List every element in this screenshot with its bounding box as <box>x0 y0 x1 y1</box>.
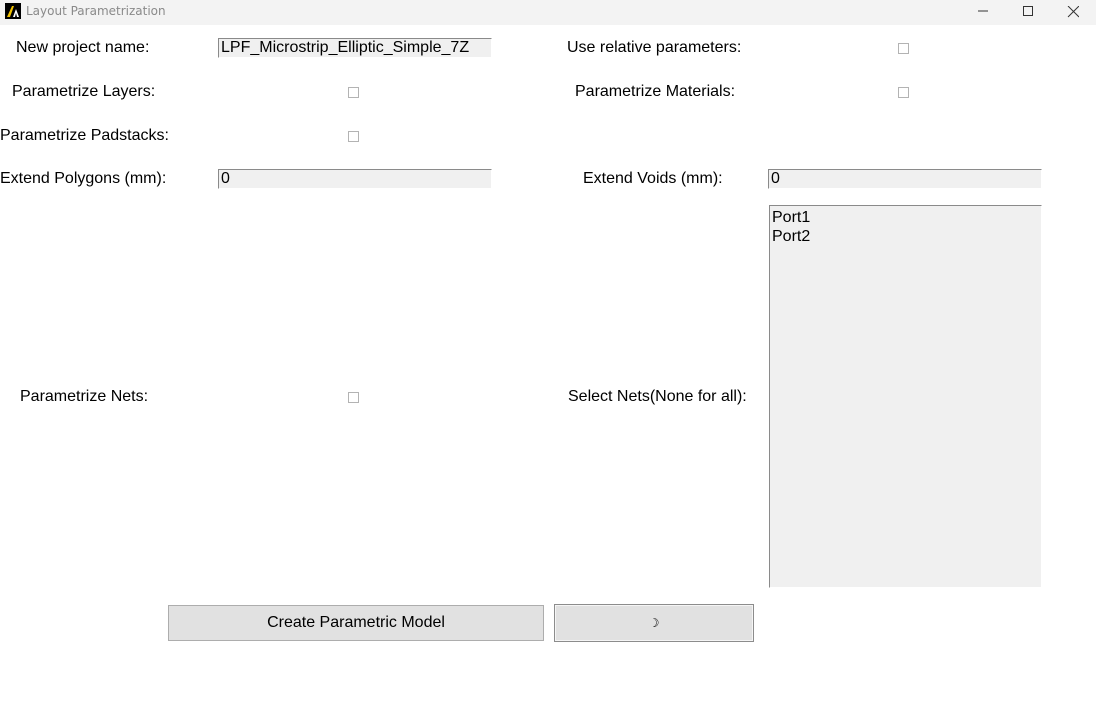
parametrize-padstacks-label: Parametrize Padstacks: <box>0 127 169 144</box>
maximize-button[interactable] <box>1005 0 1051 25</box>
window-title: Layout Parametrization <box>26 4 166 18</box>
title-bar[interactable]: Layout Parametrization <box>0 0 1096 25</box>
parametrize-layers-label: Parametrize Layers: <box>12 83 156 100</box>
relative-params-label: Use relative parameters: <box>567 39 742 56</box>
parametrize-layers-checkbox[interactable] <box>348 87 359 98</box>
layout-parametrization-window: Layout Parametrization New project name:… <box>0 0 1096 721</box>
parametrize-nets-checkbox[interactable] <box>348 392 359 403</box>
close-button[interactable] <box>1050 0 1096 25</box>
create-parametric-model-button[interactable]: Create Parametric Model <box>168 605 544 641</box>
list-item[interactable]: Port2 <box>772 227 1041 246</box>
select-nets-label: Select Nets(None for all): <box>568 388 747 405</box>
secondary-button[interactable]: ☽ <box>554 604 754 642</box>
parametrize-nets-label: Parametrize Nets: <box>20 388 149 405</box>
extend-voids-label: Extend Voids (mm): <box>583 170 723 187</box>
extend-voids-input[interactable]: 0 <box>768 169 1042 189</box>
project-name-label: New project name: <box>16 39 150 56</box>
minimize-button[interactable] <box>960 0 1006 25</box>
minimize-icon <box>978 10 988 12</box>
moon-icon: ☽ <box>648 616 660 630</box>
parametrize-padstacks-checkbox[interactable] <box>348 131 359 142</box>
close-icon <box>1067 6 1079 18</box>
parametrize-materials-checkbox[interactable] <box>898 87 909 98</box>
relative-params-checkbox[interactable] <box>898 43 909 54</box>
list-item[interactable]: Port1 <box>772 208 1041 227</box>
nets-listbox[interactable]: Port1 Port2 <box>769 205 1042 588</box>
ansys-logo-icon <box>5 3 21 19</box>
maximize-icon <box>1023 6 1033 16</box>
project-name-input[interactable]: LPF_Microstrip_Elliptic_Simple_7Z <box>218 38 492 58</box>
extend-polygons-label: Extend Polygons (mm): <box>0 170 167 187</box>
parametrize-materials-label: Parametrize Materials: <box>575 83 736 100</box>
extend-polygons-input[interactable]: 0 <box>218 169 492 189</box>
